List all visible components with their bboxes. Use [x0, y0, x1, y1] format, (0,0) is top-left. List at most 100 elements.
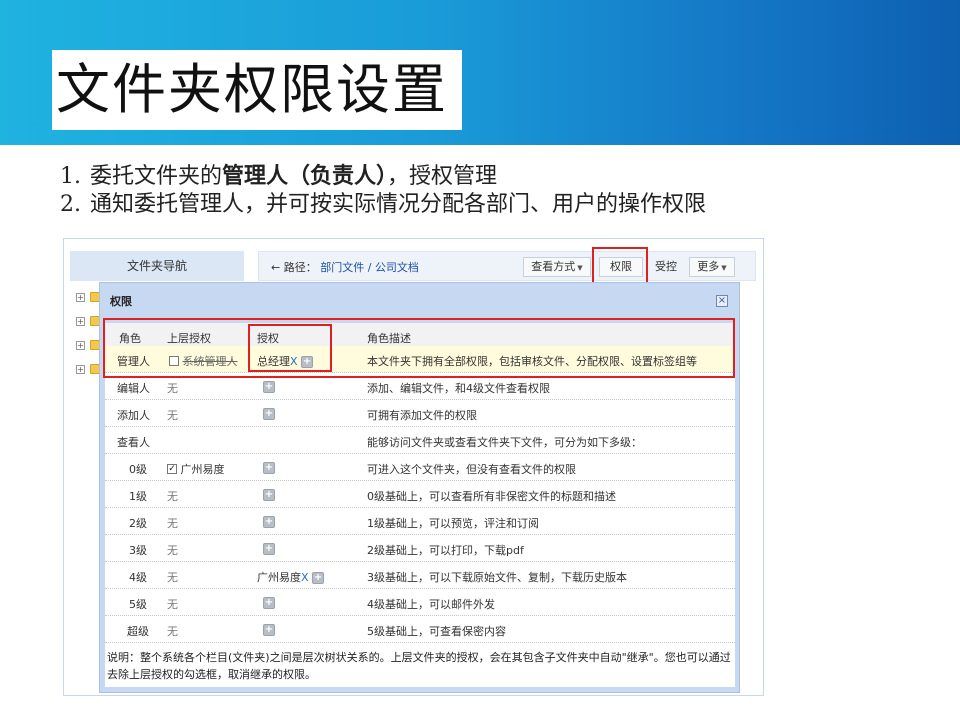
add-grant-button[interactable]: + [263, 516, 275, 528]
desc-cell: 能够访问文件夹或查看文件夹下文件，可分为如下多级： [367, 436, 642, 449]
bullet-text: 通知委托管理人，并可按实际情况分配各部门、用户的操作权限 [90, 192, 707, 217]
inherit-cell: 无 [167, 544, 178, 557]
desc-cell: 可进入这个文件夹，但没有查看文件的权限 [367, 463, 576, 476]
role-cell: 编辑人 [117, 382, 150, 395]
bullet-number: 2. [60, 192, 81, 217]
role-cell: 3级 [129, 544, 147, 557]
note-line: 去除上层授权的勾选框，取消继承的权限。 [107, 668, 316, 681]
grant-cell: + [263, 515, 275, 528]
table-row: 3级 无 + 2级基础上，可以打印，下载pdf [105, 535, 735, 562]
table-row: 查看人 能够访问文件夹或查看文件夹下文件，可分为如下多级： [105, 427, 735, 454]
table-row: 5级 无 + 4级基础上，可以邮件外发 [105, 589, 735, 616]
table-row: 2级 无 + 1级基础上，可以预览，评注和订阅 [105, 508, 735, 535]
role-cell: 2级 [129, 517, 147, 530]
dialog-note: 说明：整个系统各个栏目(文件夹)之间是层次树状关系的。上层文件夹的授权，会在其包… [107, 649, 733, 683]
highlight-grant-cell [248, 324, 332, 372]
expand-icon[interactable]: + [76, 317, 85, 326]
grant-cell: 广州易度X + [257, 569, 325, 585]
monitor-label: 受控 [655, 260, 677, 273]
bullet-bold-text: 管理人（负责人） [222, 163, 388, 189]
inherit-cell: 无 [167, 490, 178, 503]
table-row: 4级 无 广州易度X + 3级基础上，可以下载原始文件、复制，下载历史版本 [105, 562, 735, 589]
bullet-list: 1. 委托文件夹的管理人（负责人），授权管理 2. 通知委托管理人，并可按实际情况分… [60, 162, 706, 219]
breadcrumb-label: 路径： [283, 261, 317, 274]
inherit-cell: 无 [167, 571, 178, 584]
inherit-cell: 无 [167, 409, 178, 422]
add-grant-button[interactable]: + [263, 408, 275, 420]
folder-nav-header: 文件夹导航 [70, 251, 244, 281]
desc-cell: 4级基础上，可以邮件外发 [367, 598, 495, 611]
breadcrumb-separator: / [367, 261, 372, 274]
caret-down-icon: ▼ [721, 264, 727, 272]
desc-cell: 添加、编辑文件，和4级文件查看权限 [367, 382, 550, 395]
role-cell: 查看人 [117, 436, 150, 449]
role-cell: 4级 [129, 571, 147, 584]
add-grant-button[interactable]: + [263, 489, 275, 501]
role-cell: 0级 [129, 463, 147, 476]
monitor-button[interactable]: 受控 [649, 257, 683, 277]
grant-value: 广州易度 [257, 571, 301, 584]
grant-cell: + [263, 380, 275, 393]
breadcrumb-link-company[interactable]: 公司文档 [375, 261, 419, 274]
highlight-manager-row [103, 318, 735, 378]
caret-down-icon: ▼ [577, 264, 583, 272]
bullet-text: 委托文件夹的 [90, 164, 223, 189]
role-cell: 超级 [127, 625, 149, 638]
desc-cell: 2级基础上，可以打印，下载pdf [367, 544, 524, 557]
add-grant-button[interactable]: + [263, 543, 275, 555]
close-icon[interactable]: × [716, 295, 728, 307]
slide: 文件夹权限设置 1. 委托文件夹的管理人（负责人），授权管理 2. 通知委托管理人，… [0, 0, 960, 720]
add-grant-button[interactable]: + [263, 381, 275, 393]
grant-cell: + [263, 596, 275, 609]
role-cell: 1级 [129, 490, 147, 503]
bullet-2: 2. 通知委托管理人，并可按实际情况分配各部门、用户的操作权限 [60, 191, 706, 219]
grant-cell: + [263, 542, 275, 555]
inherit-cell: 无 [167, 517, 178, 530]
view-mode-button[interactable]: 查看方式 ▼ [523, 257, 591, 277]
bullet-1: 1. 委托文件夹的管理人（负责人），授权管理 [60, 162, 706, 191]
bullet-number: 1. [60, 164, 81, 189]
role-cell: 添加人 [117, 409, 150, 422]
desc-cell: 1级基础上，可以预览，评注和订阅 [367, 517, 539, 530]
grant-cell: + [263, 461, 275, 474]
inherit-cell: 无 [167, 382, 178, 395]
remove-icon[interactable]: X [301, 571, 309, 584]
grant-cell: + [263, 488, 275, 501]
inherit-checkbox[interactable]: ✓ [167, 464, 177, 474]
bullet-text: ，授权管理 [387, 164, 498, 189]
note-line: 说明：整个系统各个栏目(文件夹)之间是层次树状关系的。上层文件夹的授权，会在其包… [107, 651, 731, 664]
expand-icon[interactable]: + [76, 293, 85, 302]
more-button[interactable]: 更多 ▼ [689, 257, 735, 277]
desc-cell: 0级基础上，可以查看所有非保密文件的标题和描述 [367, 490, 616, 503]
inherit-cell: 无 [167, 598, 178, 611]
title-banner: 文件夹权限设置 [0, 0, 960, 145]
table-row: 1级 无 + 0级基础上，可以查看所有非保密文件的标题和描述 [105, 481, 735, 508]
toolbar: ← 路径： 部门文件 / 公司文档 查看方式 ▼ 权限 受控 更多 ▼ [258, 251, 756, 281]
breadcrumb-link-dept[interactable]: 部门文件 [320, 261, 364, 274]
grant-cell: + [263, 623, 275, 636]
table-row: 超级 无 + 5级基础上，可查看保密内容 [105, 616, 735, 643]
back-arrow-icon[interactable]: ← [271, 261, 280, 274]
table-row: 0级 ✓ 广州易度 + 可进入这个文件夹，但没有查看文件的权限 [105, 454, 735, 481]
slide-title: 文件夹权限设置 [52, 50, 462, 130]
desc-cell: 5级基础上，可查看保密内容 [367, 625, 506, 638]
breadcrumb: ← 路径： 部门文件 / 公司文档 [271, 259, 419, 275]
expand-icon[interactable]: + [76, 341, 85, 350]
view-mode-label: 查看方式 [531, 260, 576, 273]
desc-cell: 3级基础上，可以下载原始文件、复制，下载历史版本 [367, 571, 627, 584]
add-grant-button[interactable]: + [312, 572, 325, 584]
add-grant-button[interactable]: + [263, 624, 275, 636]
table-row: 添加人 无 + 可拥有添加文件的权限 [105, 400, 735, 427]
more-label: 更多 [697, 260, 720, 273]
inherit-cell: ✓ 广州易度 [167, 461, 225, 477]
role-cell: 5级 [129, 598, 147, 611]
inherit-cell: 无 [167, 625, 178, 638]
grant-cell: + [263, 407, 275, 420]
add-grant-button[interactable]: + [263, 597, 275, 609]
add-grant-button[interactable]: + [263, 462, 275, 474]
dialog-title: 权限 [110, 295, 132, 308]
highlight-permission-button [592, 247, 648, 287]
expand-icon[interactable]: + [76, 365, 85, 374]
inherit-value: 广州易度 [180, 463, 225, 476]
desc-cell: 可拥有添加文件的权限 [367, 409, 477, 422]
